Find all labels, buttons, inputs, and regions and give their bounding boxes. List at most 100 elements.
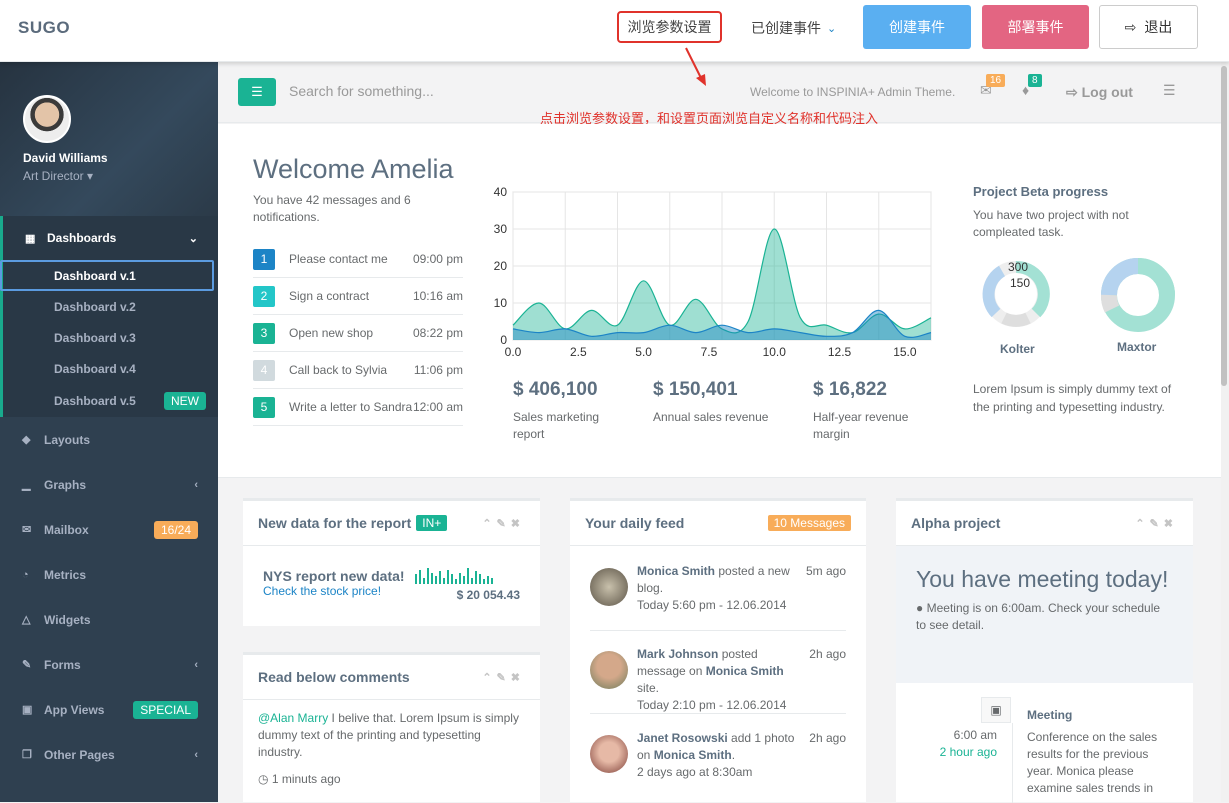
timeline-event: Meeting Conference on the sales results … <box>1027 707 1167 797</box>
scrollbar[interactable] <box>1221 62 1229 802</box>
spark-bar <box>446 569 449 584</box>
exit-button[interactable]: ⇨ 退出 <box>1099 5 1198 49</box>
event-time: 6:00 am <box>953 728 997 742</box>
y-tick-label: 20 <box>494 259 508 273</box>
chevron-left-icon: ‹ <box>194 748 198 761</box>
feed-item[interactable]: Mark Johnson posted message on Monica Sm… <box>590 646 846 716</box>
spark-bar <box>486 576 489 584</box>
user-role: Art Director <box>23 169 84 183</box>
x-tick-label: 7.5 <box>701 345 718 359</box>
scrollbar-thumb[interactable] <box>1221 66 1227 386</box>
box-title: Read below comments <box>258 669 410 685</box>
sidebar-item-mailbox[interactable]: ✉ Mailbox 16/24 <box>0 507 218 552</box>
stat-value: $ 150,401 <box>653 379 738 400</box>
files-icon: ❐ <box>22 749 32 761</box>
mail-notification[interactable]: ✉ 16 <box>980 74 1006 99</box>
right-sidebar-toggle[interactable]: ☰ <box>1163 82 1176 99</box>
user-role-dropdown[interactable]: Art Director ▾ <box>23 169 218 183</box>
chevron-down-icon: ⌄ <box>188 232 198 245</box>
pie-chart-icon: ◔ <box>22 568 29 581</box>
sidebar-item-widgets[interactable]: △ Widgets <box>0 597 218 642</box>
sidebar-item-forms[interactable]: ✎ Forms ‹ <box>0 642 218 687</box>
spark-bar <box>430 572 433 584</box>
report-box-header: New data for the report IN+ ⌃✎✖ <box>243 501 540 546</box>
task-text: Please contact me <box>289 252 388 266</box>
sidebar: David Williams Art Director ▾ ▦ Dashboar… <box>0 62 218 802</box>
task-item[interactable]: 2 Sign a contract 10:16 am <box>253 278 463 315</box>
create-event-button[interactable]: 创建事件 <box>863 5 971 49</box>
diamond-icon: ◆ <box>22 434 31 446</box>
sidebar-subitem-dashboard-v4[interactable]: Dashboard v.4 <box>3 353 218 384</box>
y-tick-label: 10 <box>494 296 508 310</box>
x-tick-label: 5.0 <box>635 345 652 359</box>
feed-item[interactable]: Monica Smith posted a new blog. Today 5:6… <box>590 563 846 633</box>
box-title: New data for the report <box>258 515 412 531</box>
task-item[interactable]: 5 Write a letter to Sandra 12:00 am <box>253 389 463 426</box>
task-item[interactable]: 3 Open new shop 08:22 pm <box>253 315 463 352</box>
sidebar-subitem-dashboard-v2[interactable]: Dashboard v.2 <box>3 291 218 322</box>
feed-user[interactable]: Mark Johnson <box>637 647 718 661</box>
user-name[interactable]: David Williams <box>23 151 218 165</box>
task-item[interactable]: 4 Call back to Sylvia 11:06 pm <box>253 352 463 389</box>
special-badge: SPECIAL <box>133 700 198 719</box>
menu-toggle-button[interactable]: ☰ <box>238 78 276 106</box>
task-number: 5 <box>253 396 275 418</box>
timeline-line <box>1012 723 1013 803</box>
feed-date: Today 2:10 pm - 12.06.2014 <box>637 698 787 712</box>
flask-icon: △ <box>22 614 31 626</box>
feed-tail: . <box>731 748 736 762</box>
sparkline <box>414 568 493 584</box>
box-tools[interactable]: ⌃✎✖ <box>482 671 525 684</box>
edit-icon: ✎ <box>22 659 32 671</box>
search-input[interactable]: Search for something... <box>289 83 434 99</box>
box-tools[interactable]: ⌃✎✖ <box>482 517 525 530</box>
project-title: Project Beta progress <box>973 184 1109 199</box>
created-events-dropdown[interactable]: 已创建事件 ⌄ <box>751 18 836 38</box>
welcome-text: Welcome to INSPINIA+ Admin Theme. <box>750 85 956 99</box>
avatar[interactable] <box>23 95 71 143</box>
comments-box: Read below comments ⌃✎✖ @Alan Marry I be… <box>243 652 540 802</box>
task-item[interactable]: 1 Please contact me 09:00 pm <box>253 241 463 278</box>
task-text: Call back to Sylvia <box>289 363 388 377</box>
tasks-icon: ☰ <box>1163 82 1176 98</box>
sidebar-item-app-views[interactable]: ▣ App Views SPECIAL <box>0 687 218 732</box>
comment-mention[interactable]: @Alan Marry <box>258 711 328 725</box>
task-time: 08:22 pm <box>412 326 463 340</box>
feed-target[interactable]: Monica Smith <box>706 664 784 678</box>
spark-bar <box>438 571 441 584</box>
header-bar: ☰ Search for something... Welcome to INS… <box>218 62 1229 126</box>
deploy-event-button[interactable]: 部署事件 <box>982 5 1089 49</box>
sidebar-subitem-dashboard-v3[interactable]: Dashboard v.3 <box>3 322 218 353</box>
report-box: New data for the report IN+ ⌃✎✖ NYS repo… <box>243 498 540 626</box>
y-tick-label: 30 <box>494 222 508 236</box>
sidebar-item-metrics[interactable]: ◔ Metrics <box>0 552 218 597</box>
task-time: 09:00 pm <box>412 252 463 266</box>
logout-link[interactable]: ⇨ Log out <box>1066 84 1133 101</box>
sidebar-subitem-dashboard-v5[interactable]: Dashboard v.5 NEW <box>3 384 218 417</box>
sidebar-item-graphs[interactable]: ▁ Graphs ‹ <box>0 462 218 507</box>
feed-target[interactable]: Monica Smith <box>654 748 732 762</box>
spark-bar <box>462 576 465 584</box>
event-ago: 2 hour ago <box>939 745 997 759</box>
comments-box-header: Read below comments ⌃✎✖ <box>243 655 540 700</box>
task-number: 2 <box>253 285 275 307</box>
sidebar-subitem-dashboard-v1[interactable]: Dashboard v.1 <box>0 260 214 291</box>
box-tools[interactable]: ⌃✎✖ <box>1135 517 1178 530</box>
bell-notification[interactable]: ♦ 8 <box>1022 74 1042 98</box>
comment-time: 1 minuts ago <box>271 772 341 786</box>
feed-user[interactable]: Monica Smith <box>637 564 715 578</box>
event-title: Meeting <box>1027 708 1073 722</box>
bell-count-badge: 8 <box>1028 74 1042 87</box>
sidebar-item-layouts[interactable]: ◆ Layouts <box>0 417 218 462</box>
divider <box>590 630 846 631</box>
feed-date: 2 days ago at 8:30am <box>637 765 753 779</box>
browse-settings-link[interactable]: 浏览参数设置 <box>617 11 722 43</box>
feed-user[interactable]: Janet Rosowski <box>637 731 728 745</box>
feed-item[interactable]: Janet Rosowski add 1 photo on Monica Smi… <box>590 730 846 790</box>
sidebar-item-dashboards[interactable]: ▦ Dashboards ⌄ <box>3 216 218 260</box>
sidebar-item-other-pages[interactable]: ❐ Other Pages ‹ <box>0 732 218 777</box>
new-badge: NEW <box>164 391 206 410</box>
profile-block: David Williams Art Director ▾ <box>0 62 218 216</box>
spark-bar <box>478 574 481 584</box>
desktop-icon: ▣ <box>22 704 33 716</box>
